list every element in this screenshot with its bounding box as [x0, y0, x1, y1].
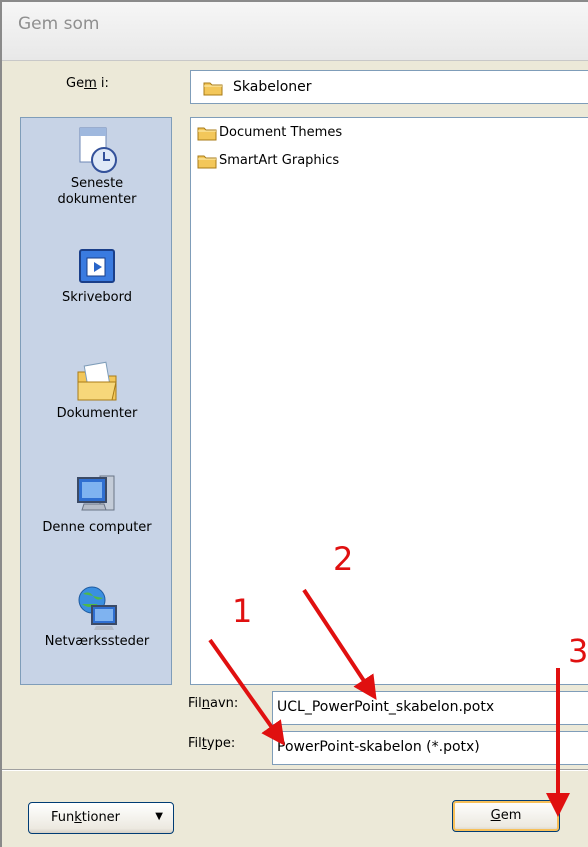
annotation-number-2: 2 [333, 540, 354, 578]
annotation-number-3: 3 [568, 632, 588, 670]
annotation-arrow-2 [302, 588, 377, 701]
annotation-number-1: 1 [232, 592, 253, 630]
annotation-arrows [208, 588, 570, 817]
annotation-arrow-1 [208, 638, 285, 746]
